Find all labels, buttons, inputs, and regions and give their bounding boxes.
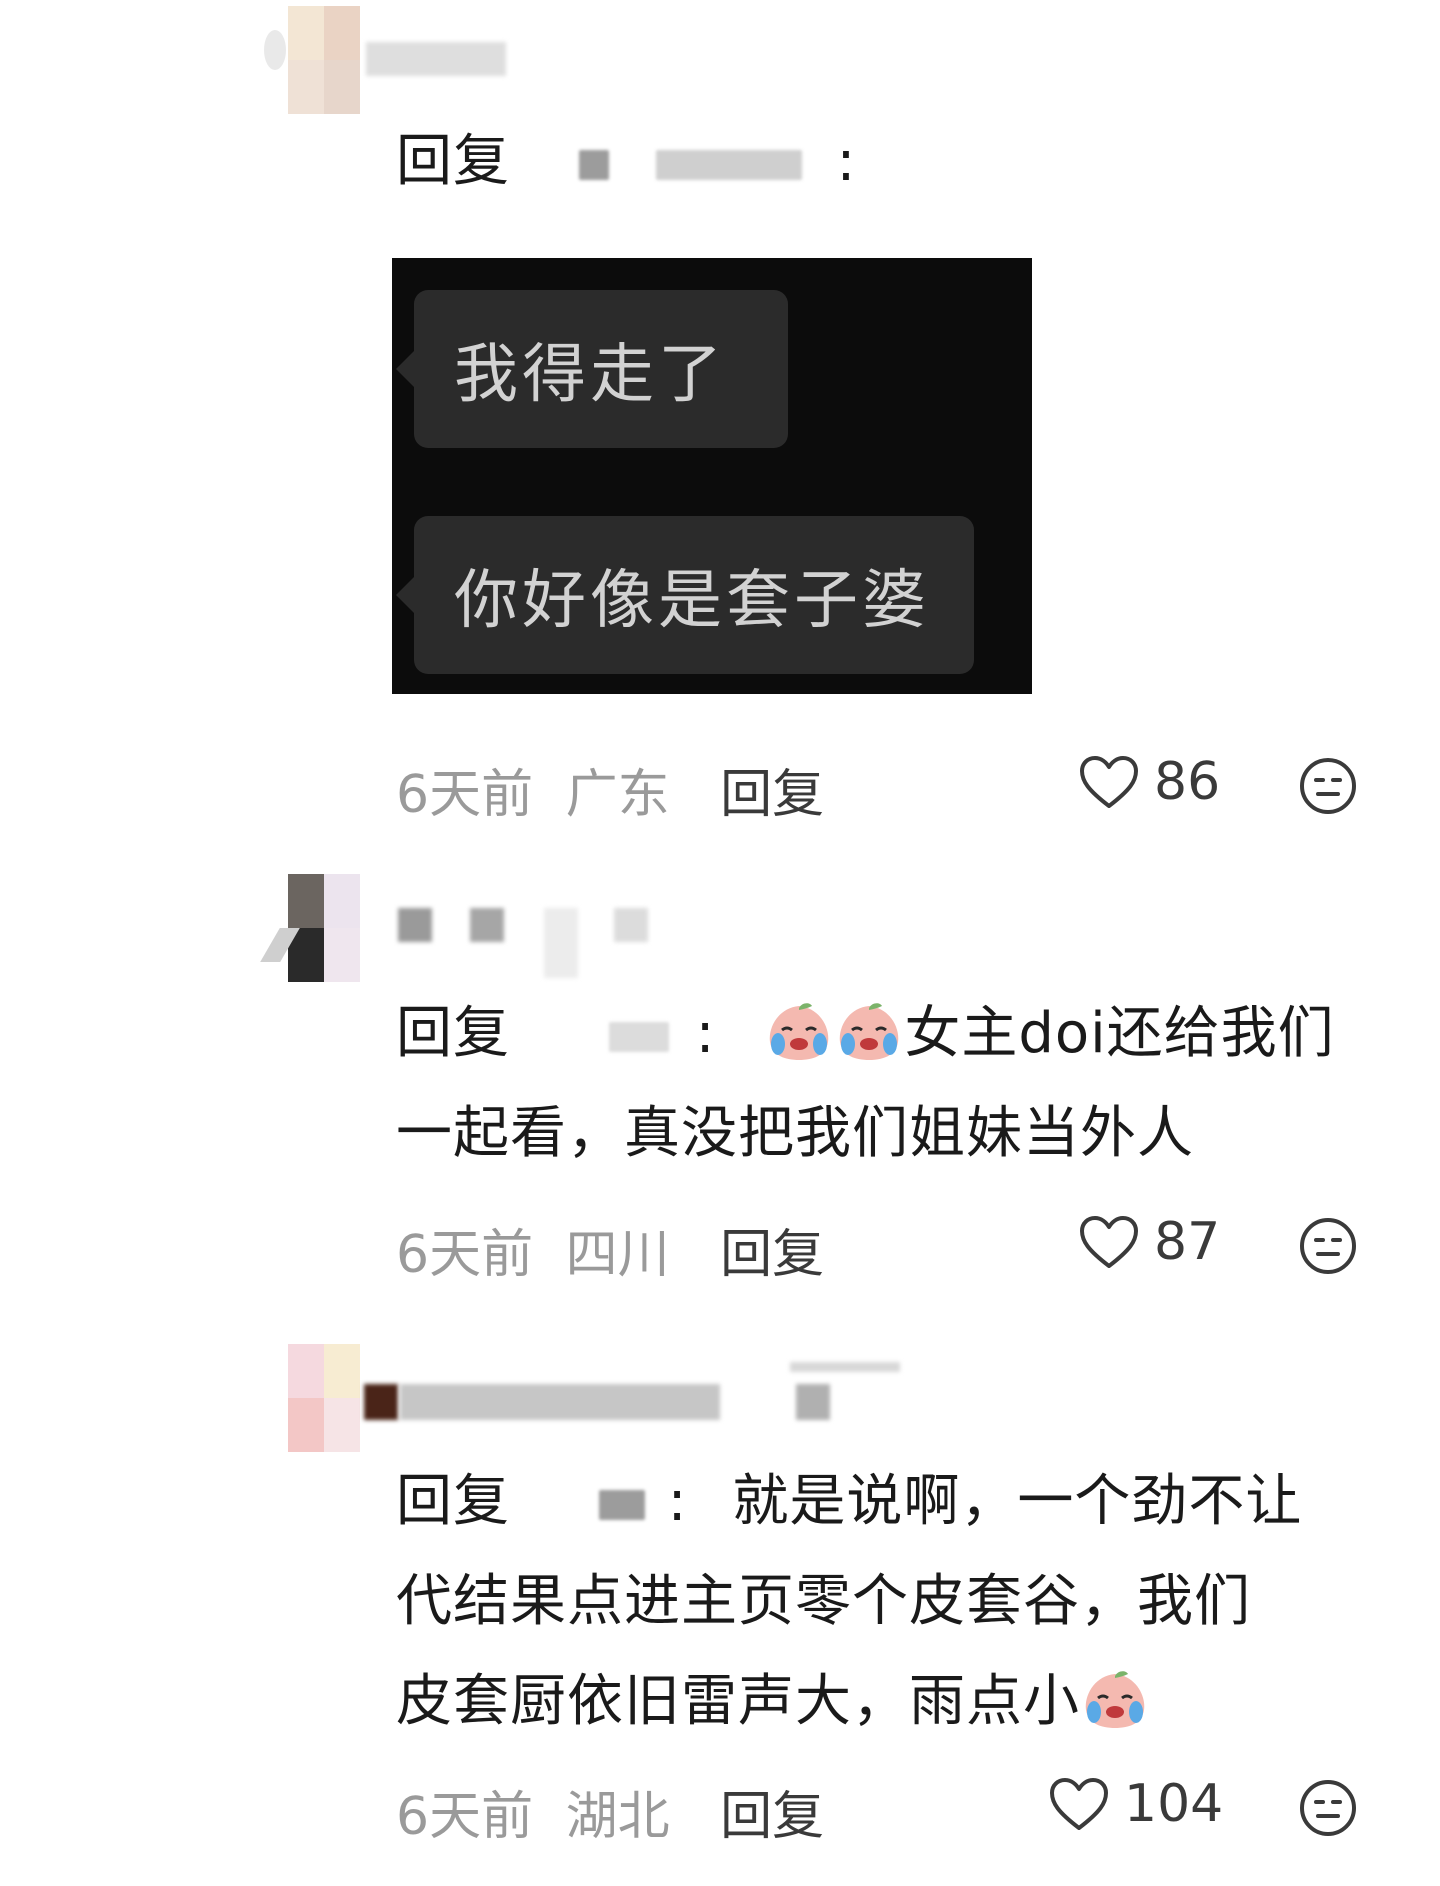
reply-prefix: 回复 (396, 1001, 510, 1066)
username-2 (400, 1384, 720, 1420)
crying-peach-emoji (1085, 1671, 1145, 1728)
username-4 (614, 908, 648, 942)
username-3 (544, 908, 578, 978)
reply-content: 回复 : (396, 112, 856, 212)
chat-bubble-2: 你好像是套子婆 (396, 516, 974, 674)
location: 广东 (565, 765, 670, 825)
meh-face-icon[interactable] (1298, 756, 1358, 816)
comment-meta: 6天前 广东 回复 (396, 752, 824, 827)
reply-button[interactable]: 回复 (720, 1787, 824, 1847)
like-count: 87 (1154, 1212, 1221, 1272)
avatar-edge (264, 30, 286, 70)
location: 四川 (565, 1225, 670, 1285)
username-3 (796, 1384, 830, 1420)
comment-text-line1: 就是说啊，一个劲不让 (732, 1469, 1303, 1534)
username[interactable] (366, 42, 506, 76)
like-button[interactable]: 104 (1048, 1774, 1223, 1834)
time: 6天前 (396, 765, 534, 825)
username-4 (790, 1362, 900, 1372)
username[interactable] (398, 908, 432, 942)
reply-content: 回复 : 就是说啊，一个劲不让 代结果点进主页零个皮套谷，我们 皮套厨依旧雷声大… (396, 1452, 1302, 1752)
reply-prefix: 回复 (396, 129, 510, 194)
time: 6天前 (396, 1225, 534, 1285)
comment-text-line2: 代结果点进主页零个皮套谷，我们 (396, 1569, 1251, 1634)
like-count: 104 (1124, 1774, 1224, 1834)
comment-meta: 6天前 四川 回复 (396, 1212, 824, 1287)
reply-colon: : (836, 129, 857, 194)
chat-screenshot-image[interactable]: 我得走了 你好像是套子婆 (392, 258, 1032, 694)
heart-outline-icon (1050, 1778, 1108, 1830)
comment-text-line2: 一起看，真没把我们姐妹当外人 (396, 1101, 1194, 1166)
crying-peach-emoji (840, 1003, 899, 1060)
chat-bubble-1: 我得走了 (396, 290, 788, 448)
time: 6天前 (396, 1787, 534, 1847)
username-2 (470, 908, 504, 942)
mentioned-user[interactable] (598, 1489, 645, 1520)
mentioned-user[interactable] (578, 149, 609, 180)
avatar[interactable] (288, 1344, 360, 1452)
reply-colon: : (667, 1469, 688, 1534)
heart-outline-icon (1080, 1216, 1138, 1268)
crying-peach-emoji (770, 1003, 829, 1060)
heart-outline-icon (1080, 756, 1138, 808)
avatar[interactable] (288, 6, 360, 114)
reply-content: 回复 : 女主doi还给我们 一起看，真没把我们姐妹当外人 (396, 984, 1335, 1184)
location: 湖北 (565, 1787, 670, 1847)
reply-prefix: 回复 (396, 1469, 510, 1534)
chat-message-1: 我得走了 (454, 338, 726, 412)
like-button[interactable]: 86 (1078, 752, 1220, 812)
comment-text-line3: 皮套厨依旧雷声大，雨点小 (396, 1669, 1080, 1734)
mentioned-user[interactable] (608, 1021, 669, 1052)
mentioned-user-name[interactable] (655, 149, 802, 180)
reply-button[interactable]: 回复 (720, 1225, 824, 1285)
chat-message-2: 你好像是套子婆 (454, 564, 930, 638)
username[interactable] (364, 1384, 398, 1420)
like-button[interactable]: 87 (1078, 1212, 1220, 1272)
reply-colon: : (695, 1001, 716, 1066)
like-count: 86 (1154, 752, 1221, 812)
comment-meta: 6天前 湖北 回复 (396, 1774, 824, 1849)
reply-button[interactable]: 回复 (720, 765, 824, 825)
meh-face-icon[interactable] (1298, 1216, 1358, 1276)
meh-face-icon[interactable] (1298, 1778, 1358, 1838)
comment-text-line1: 女主doi还给我们 (904, 1001, 1335, 1066)
